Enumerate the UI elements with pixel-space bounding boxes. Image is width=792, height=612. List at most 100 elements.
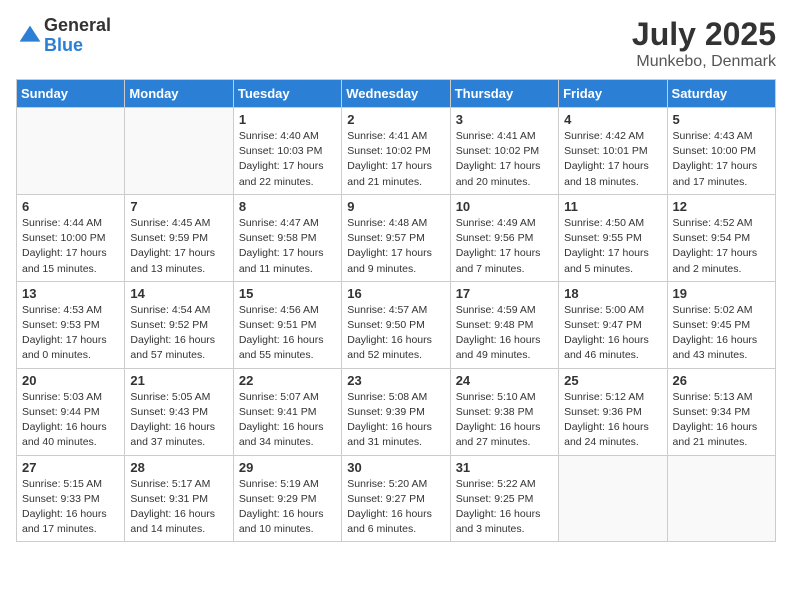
calendar-cell: 3 Sunrise: 4:41 AM Sunset: 10:02 PM Dayli… xyxy=(450,108,558,195)
calendar-cell: 31 Sunrise: 5:22 AM Sunset: 9:25 PM Dayli… xyxy=(450,455,558,542)
day-header-monday: Monday xyxy=(125,80,233,108)
day-number: 26 xyxy=(673,373,770,388)
calendar-cell: 10Sunrise: 4:49 AM Sunset: 9:56 PM Dayli… xyxy=(450,194,558,281)
calendar-week-1: 1 Sunrise: 4:40 AM Sunset: 10:03 PM Dayli… xyxy=(17,108,776,195)
logo: General Blue xyxy=(16,16,111,56)
location-title: Munkebo, Denmark xyxy=(632,53,776,71)
calendar-cell: 27Sunrise: 5:15 AM Sunset: 9:33 PM Dayli… xyxy=(17,455,125,542)
calendar-cell: 14Sunrise: 4:54 AM Sunset: 9:52 PM Dayli… xyxy=(125,281,233,368)
day-number: 12 xyxy=(673,199,770,214)
day-info: Sunrise: 4:44 AM Sunset: 10:00 PM Daylig… xyxy=(22,216,119,277)
calendar-cell: 26 Sunrise: 5:13 AM Sunset: 9:34 PM Dayli… xyxy=(667,368,775,455)
page-header: General Blue July 2025 Munkebo, Denmark xyxy=(16,16,776,71)
day-info: Sunrise: 5:03 AM Sunset: 9:44 PM Dayligh… xyxy=(22,390,119,451)
day-number: 17 xyxy=(456,286,553,301)
day-info: Sunrise: 5:10 AM Sunset: 9:38 PM Dayligh… xyxy=(456,390,553,451)
title-block: July 2025 Munkebo, Denmark xyxy=(632,16,776,71)
day-number: 9 xyxy=(347,199,444,214)
calendar-cell: 25Sunrise: 5:12 AM Sunset: 9:36 PM Dayli… xyxy=(559,368,667,455)
day-number: 13 xyxy=(22,286,119,301)
calendar-cell: 22Sunrise: 5:07 AM Sunset: 9:41 PM Dayli… xyxy=(233,368,341,455)
day-info: Sunrise: 4:42 AM Sunset: 10:01 PM Daylig… xyxy=(564,129,661,190)
day-info: Sunrise: 4:48 AM Sunset: 9:57 PM Dayligh… xyxy=(347,216,444,277)
logo-general: General xyxy=(44,16,111,36)
day-header-wednesday: Wednesday xyxy=(342,80,450,108)
logo-icon xyxy=(18,24,42,48)
calendar-cell: 16 Sunrise: 4:57 AM Sunset: 9:50 PM Dayli… xyxy=(342,281,450,368)
day-number: 7 xyxy=(130,199,227,214)
day-number: 1 xyxy=(239,112,336,127)
day-header-tuesday: Tuesday xyxy=(233,80,341,108)
calendar-cell xyxy=(667,455,775,542)
day-info: Sunrise: 5:13 AM Sunset: 9:34 PM Dayligh… xyxy=(673,390,770,451)
calendar-cell: 6 Sunrise: 4:44 AM Sunset: 10:00 PM Dayli… xyxy=(17,194,125,281)
day-number: 24 xyxy=(456,373,553,388)
calendar-cell: 29 Sunrise: 5:19 AM Sunset: 9:29 PM Dayli… xyxy=(233,455,341,542)
day-number: 11 xyxy=(564,199,661,214)
day-header-friday: Friday xyxy=(559,80,667,108)
calendar-cell xyxy=(125,108,233,195)
logo-blue: Blue xyxy=(44,36,111,56)
calendar-cell: 24 Sunrise: 5:10 AM Sunset: 9:38 PM Dayli… xyxy=(450,368,558,455)
calendar-week-2: 6 Sunrise: 4:44 AM Sunset: 10:00 PM Dayli… xyxy=(17,194,776,281)
day-info: Sunrise: 4:43 AM Sunset: 10:00 PM Daylig… xyxy=(673,129,770,190)
calendar-week-4: 20 Sunrise: 5:03 AM Sunset: 9:44 PM Dayli… xyxy=(17,368,776,455)
day-number: 21 xyxy=(130,373,227,388)
calendar-week-3: 13 Sunrise: 4:53 AM Sunset: 9:53 PM Dayli… xyxy=(17,281,776,368)
day-info: Sunrise: 4:40 AM Sunset: 10:03 PM Daylig… xyxy=(239,129,336,190)
calendar-cell: 9 Sunrise: 4:48 AM Sunset: 9:57 PM Daylig… xyxy=(342,194,450,281)
day-info: Sunrise: 5:07 AM Sunset: 9:41 PM Dayligh… xyxy=(239,390,336,451)
day-info: Sunrise: 4:52 AM Sunset: 9:54 PM Dayligh… xyxy=(673,216,770,277)
day-info: Sunrise: 5:05 AM Sunset: 9:43 PM Dayligh… xyxy=(130,390,227,451)
calendar-cell: 5 Sunrise: 4:43 AM Sunset: 10:00 PM Dayli… xyxy=(667,108,775,195)
day-header-saturday: Saturday xyxy=(667,80,775,108)
day-info: Sunrise: 4:41 AM Sunset: 10:02 PM Daylig… xyxy=(347,129,444,190)
calendar-cell: 12 Sunrise: 4:52 AM Sunset: 9:54 PM Dayli… xyxy=(667,194,775,281)
day-number: 19 xyxy=(673,286,770,301)
day-info: Sunrise: 5:12 AM Sunset: 9:36 PM Dayligh… xyxy=(564,390,661,451)
day-info: Sunrise: 5:22 AM Sunset: 9:25 PM Dayligh… xyxy=(456,477,553,538)
day-info: Sunrise: 5:20 AM Sunset: 9:27 PM Dayligh… xyxy=(347,477,444,538)
day-number: 20 xyxy=(22,373,119,388)
day-info: Sunrise: 4:57 AM Sunset: 9:50 PM Dayligh… xyxy=(347,303,444,364)
calendar-table: SundayMondayTuesdayWednesdayThursdayFrid… xyxy=(16,79,776,542)
calendar-cell: 11 Sunrise: 4:50 AM Sunset: 9:55 PM Dayli… xyxy=(559,194,667,281)
day-info: Sunrise: 4:50 AM Sunset: 9:55 PM Dayligh… xyxy=(564,216,661,277)
day-number: 6 xyxy=(22,199,119,214)
day-number: 5 xyxy=(673,112,770,127)
day-info: Sunrise: 4:47 AM Sunset: 9:58 PM Dayligh… xyxy=(239,216,336,277)
calendar-header-row: SundayMondayTuesdayWednesdayThursdayFrid… xyxy=(17,80,776,108)
calendar-cell: 8Sunrise: 4:47 AM Sunset: 9:58 PM Daylig… xyxy=(233,194,341,281)
calendar-week-5: 27Sunrise: 5:15 AM Sunset: 9:33 PM Dayli… xyxy=(17,455,776,542)
day-info: Sunrise: 4:41 AM Sunset: 10:02 PM Daylig… xyxy=(456,129,553,190)
calendar-cell: 7 Sunrise: 4:45 AM Sunset: 9:59 PM Daylig… xyxy=(125,194,233,281)
month-title: July 2025 xyxy=(632,16,776,53)
day-number: 30 xyxy=(347,460,444,475)
day-number: 23 xyxy=(347,373,444,388)
calendar-cell: 19Sunrise: 5:02 AM Sunset: 9:45 PM Dayli… xyxy=(667,281,775,368)
calendar-cell: 2Sunrise: 4:41 AM Sunset: 10:02 PM Dayli… xyxy=(342,108,450,195)
calendar-cell: 13 Sunrise: 4:53 AM Sunset: 9:53 PM Dayli… xyxy=(17,281,125,368)
calendar-cell: 20 Sunrise: 5:03 AM Sunset: 9:44 PM Dayli… xyxy=(17,368,125,455)
day-header-sunday: Sunday xyxy=(17,80,125,108)
day-number: 31 xyxy=(456,460,553,475)
calendar-cell: 23Sunrise: 5:08 AM Sunset: 9:39 PM Dayli… xyxy=(342,368,450,455)
calendar-cell xyxy=(559,455,667,542)
day-info: Sunrise: 5:15 AM Sunset: 9:33 PM Dayligh… xyxy=(22,477,119,538)
day-info: Sunrise: 4:49 AM Sunset: 9:56 PM Dayligh… xyxy=(456,216,553,277)
day-info: Sunrise: 5:00 AM Sunset: 9:47 PM Dayligh… xyxy=(564,303,661,364)
day-number: 28 xyxy=(130,460,227,475)
day-number: 15 xyxy=(239,286,336,301)
day-number: 14 xyxy=(130,286,227,301)
day-number: 16 xyxy=(347,286,444,301)
day-number: 29 xyxy=(239,460,336,475)
day-info: Sunrise: 4:56 AM Sunset: 9:51 PM Dayligh… xyxy=(239,303,336,364)
calendar-cell: 4Sunrise: 4:42 AM Sunset: 10:01 PM Dayli… xyxy=(559,108,667,195)
calendar-cell: 18Sunrise: 5:00 AM Sunset: 9:47 PM Dayli… xyxy=(559,281,667,368)
day-info: Sunrise: 5:19 AM Sunset: 9:29 PM Dayligh… xyxy=(239,477,336,538)
day-info: Sunrise: 4:53 AM Sunset: 9:53 PM Dayligh… xyxy=(22,303,119,364)
day-info: Sunrise: 4:45 AM Sunset: 9:59 PM Dayligh… xyxy=(130,216,227,277)
calendar-cell: 15 Sunrise: 4:56 AM Sunset: 9:51 PM Dayli… xyxy=(233,281,341,368)
day-number: 3 xyxy=(456,112,553,127)
calendar-cell: 28Sunrise: 5:17 AM Sunset: 9:31 PM Dayli… xyxy=(125,455,233,542)
